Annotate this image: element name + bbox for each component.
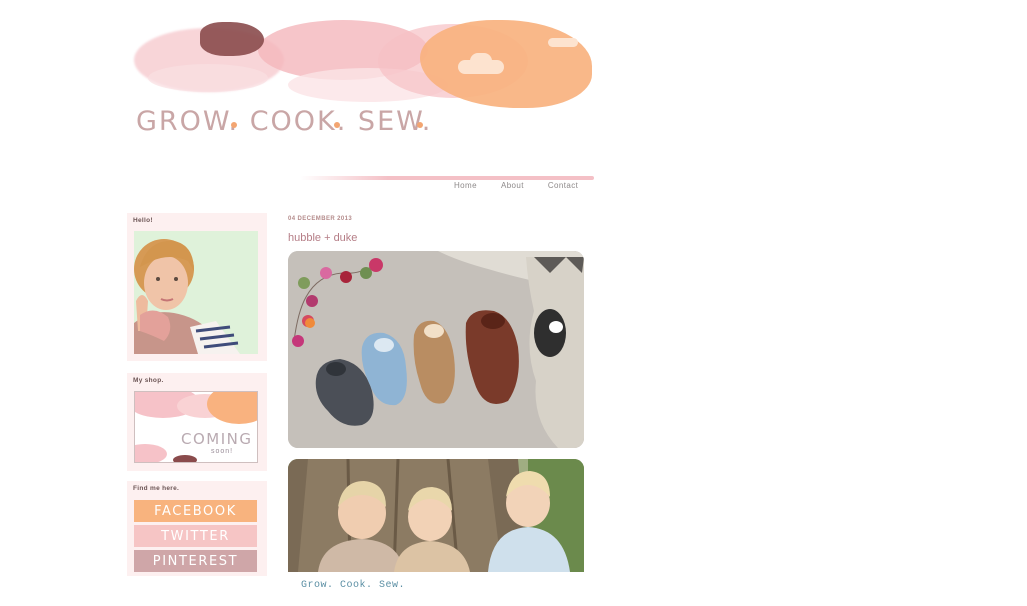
widget-hello: Hello! <box>127 213 267 361</box>
profile-photo <box>134 231 258 354</box>
footer-brand: Grow. Cook. Sew. <box>301 580 406 591</box>
blog-header: GROW. COOK. SEW. <box>128 20 596 192</box>
facebook-link[interactable]: FACEBOOK <box>134 500 257 522</box>
nav-about[interactable]: About <box>501 181 524 190</box>
widget-heading: Hello! <box>133 217 153 224</box>
cloud-shape <box>548 38 578 47</box>
coming-label: COMING <box>181 430 253 448</box>
post-date: 04 DECEMBER 2013 <box>288 216 353 222</box>
title-dot <box>231 122 237 128</box>
nav-home[interactable]: Home <box>454 181 477 190</box>
watercolor-splash <box>200 22 264 56</box>
shop-coming-soon-image[interactable]: COMING soon! <box>134 391 258 463</box>
cloud-shape <box>470 53 492 69</box>
post-photo-moccasins <box>288 251 584 448</box>
nav-contact[interactable]: Contact <box>548 181 578 190</box>
post-title[interactable]: hubble + duke <box>288 232 357 244</box>
widget-find-me: Find me here. FACEBOOK TWITTER PINTEREST <box>127 481 267 576</box>
widget-heading: Find me here. <box>133 485 180 492</box>
widget-shop: My shop. COMING soon! <box>127 373 267 471</box>
pinterest-link[interactable]: PINTEREST <box>134 550 257 572</box>
title-dot <box>334 122 340 128</box>
watercolor-splash <box>148 64 268 92</box>
post-photo-children <box>288 459 584 572</box>
title-dot <box>417 122 423 128</box>
twitter-link[interactable]: TWITTER <box>134 525 257 547</box>
soon-label: soon! <box>211 448 234 455</box>
widget-heading: My shop. <box>133 377 164 384</box>
site-title[interactable]: GROW. COOK. SEW. <box>136 106 432 137</box>
header-divider <box>300 176 594 180</box>
top-nav: Home About Contact <box>454 181 578 190</box>
